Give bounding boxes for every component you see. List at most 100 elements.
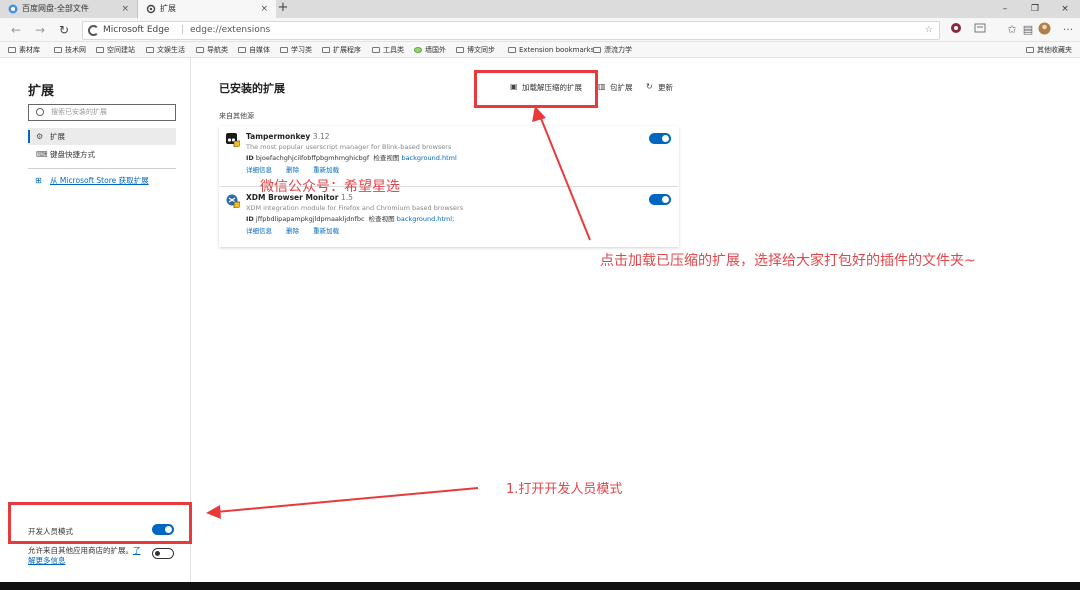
extension-card-xdm: XDM Browser Monitor 1.5 XDM integration … xyxy=(219,187,679,247)
bookmark-label: 空间建站 xyxy=(107,46,135,54)
refresh-icon: ↻ xyxy=(646,82,653,91)
bookmark-label: Extension bookmarks xyxy=(519,46,595,54)
inspect-view-link[interactable]: background.html; xyxy=(397,215,455,223)
remove-link[interactable]: 删除 xyxy=(286,227,299,235)
learn-more-link-continued[interactable]: 解更多信息 xyxy=(28,556,66,565)
allow-other-stores-toggle[interactable] xyxy=(152,548,174,559)
bookmark-label: 工具类 xyxy=(383,46,404,54)
reload-link[interactable]: 重新加载 xyxy=(313,166,339,174)
folder-icon xyxy=(238,47,246,53)
extension-links: 详细信息 删除 重新加载 xyxy=(246,225,351,235)
bookmark-item[interactable]: 技术网 xyxy=(54,42,86,58)
folder-icon xyxy=(322,47,330,53)
tab-baidu-pan[interactable]: 百度网盘-全部文件 × xyxy=(0,0,138,18)
developer-mode-note: 1.打开开发人员模式 xyxy=(506,482,623,497)
address-bar[interactable]: Microsoft Edge | edge://extensions ☆ xyxy=(82,21,940,40)
pack-extension-label: 包扩展 xyxy=(610,83,633,92)
pack-extension-button[interactable]: ▥ 包扩展 xyxy=(598,82,633,93)
folder-icon xyxy=(8,47,16,53)
bookmark-item[interactable]: 导航类 xyxy=(196,42,228,58)
folder-icon xyxy=(456,47,464,53)
navigation-bar: ← → ↻ Microsoft Edge | edge://extensions… xyxy=(0,18,1080,42)
extension-id-line: ID jffpbdlipapampkgjldpmaakljdnfbc 检查视图 … xyxy=(246,213,454,223)
pack-icon: ▥ xyxy=(598,82,606,91)
bookmark-item[interactable]: 文娱生活 xyxy=(146,42,185,58)
source-heading: 来自其他源 xyxy=(219,112,254,120)
close-icon[interactable]: × xyxy=(121,0,129,18)
folder-icon xyxy=(372,47,380,53)
profile-avatar[interactable] xyxy=(1036,22,1052,38)
folder-icon xyxy=(508,47,516,53)
bookmark-item[interactable]: 漂流力学 xyxy=(593,42,632,58)
remove-link[interactable]: 删除 xyxy=(286,166,299,174)
bookmark-item[interactable]: 素材库 xyxy=(8,42,40,58)
forward-arrow-icon[interactable]: → xyxy=(32,22,48,38)
folder-icon xyxy=(1026,47,1034,53)
minimize-button[interactable]: – xyxy=(990,0,1020,18)
extension-name: Tampermonkey 3.12 xyxy=(246,132,330,141)
back-arrow-icon[interactable]: ← xyxy=(8,22,24,38)
sidebar-item-extensions[interactable]: ⚙ 扩展 xyxy=(28,128,176,145)
maximize-button[interactable]: ❐ xyxy=(1020,0,1050,18)
bookmark-label: 导航类 xyxy=(207,46,228,54)
store-link-label: 从 Microsoft Store 获取扩展 xyxy=(50,176,149,185)
globe-icon xyxy=(414,47,422,53)
tab-extensions[interactable]: 扩展 × xyxy=(138,0,276,18)
allow-other-stores-label: 允许来自其他应用商店的扩展。 xyxy=(28,546,133,555)
close-icon[interactable]: × xyxy=(260,0,268,18)
extension-icon[interactable] xyxy=(948,22,964,38)
details-link[interactable]: 详细信息 xyxy=(246,227,272,235)
folder-icon xyxy=(196,47,204,53)
learn-more-link[interactable]: 了 xyxy=(133,546,141,555)
extension-enable-toggle[interactable] xyxy=(649,133,671,144)
extension-version: 3.12 xyxy=(312,132,330,141)
bookmark-item[interactable]: Extension bookmarks xyxy=(508,42,594,58)
extension-enable-toggle[interactable] xyxy=(649,194,671,205)
folder-icon xyxy=(146,47,154,53)
bookmark-item[interactable]: 空间建站 xyxy=(96,42,135,58)
update-label: 更新 xyxy=(658,83,673,92)
bookmark-item[interactable]: 自媒体 xyxy=(238,42,270,58)
collections-icon[interactable]: ▤ xyxy=(1020,22,1036,38)
edge-icon xyxy=(88,25,99,36)
favorites-icon[interactable]: ✩ xyxy=(1004,22,1020,38)
sidebar-item-keyboard-shortcuts[interactable]: ⌨ 键盘快捷方式 xyxy=(28,146,176,163)
folder-icon xyxy=(280,47,288,53)
search-icon xyxy=(36,108,44,116)
bookmark-item[interactable]: 扩展程序 xyxy=(322,42,361,58)
bookmark-item[interactable]: 博文同步 xyxy=(456,42,495,58)
sidebar-title: 扩展 xyxy=(28,84,55,99)
search-placeholder: 搜索已安装的扩展 xyxy=(51,108,107,116)
bookmark-item[interactable]: 墙国外 xyxy=(414,42,446,58)
gear-icon xyxy=(146,4,156,14)
id-label: ID xyxy=(246,215,254,223)
other-bookmarks[interactable]: 其他收藏夹 xyxy=(1026,42,1072,58)
address-separator: | xyxy=(181,25,185,35)
highlight-box-devmode xyxy=(8,502,192,544)
tab-label: 扩展 xyxy=(160,4,176,13)
folder-icon xyxy=(96,47,104,53)
bookmark-item[interactable]: 学习类 xyxy=(280,42,312,58)
gear-icon: ⚙ xyxy=(36,132,44,141)
load-unpacked-note: 点击加载已压缩的扩展，选择给大家打包好的插件的文件夹~ xyxy=(600,253,976,269)
highlight-box-load xyxy=(474,70,598,108)
update-button[interactable]: ↻ 更新 xyxy=(646,82,673,93)
more-icon[interactable]: ··· xyxy=(1060,22,1076,38)
refresh-icon[interactable]: ↻ xyxy=(56,22,72,38)
store-link[interactable]: ⊞ 从 Microsoft Store 获取扩展 xyxy=(28,174,176,188)
inspect-view-link[interactable]: background.html xyxy=(401,154,456,162)
address-brand: Microsoft Edge xyxy=(103,25,170,35)
reading-list-icon[interactable] xyxy=(972,22,988,38)
details-link[interactable]: 详细信息 xyxy=(246,166,272,174)
bookmark-label: 文娱生活 xyxy=(157,46,185,54)
store-icon: ⊞ xyxy=(35,176,42,185)
page-title: 已安装的扩展 xyxy=(219,82,285,95)
reload-link[interactable]: 重新加载 xyxy=(313,227,339,235)
close-window-button[interactable]: × xyxy=(1050,0,1080,18)
bookmark-item[interactable]: 工具类 xyxy=(372,42,404,58)
search-input[interactable]: 搜索已安装的扩展 xyxy=(28,104,176,121)
bookmark-label: 学习类 xyxy=(291,46,312,54)
bookmark-label: 素材库 xyxy=(19,46,40,54)
favorite-star-icon[interactable]: ☆ xyxy=(925,22,933,39)
new-tab-button[interactable]: + xyxy=(276,0,290,18)
